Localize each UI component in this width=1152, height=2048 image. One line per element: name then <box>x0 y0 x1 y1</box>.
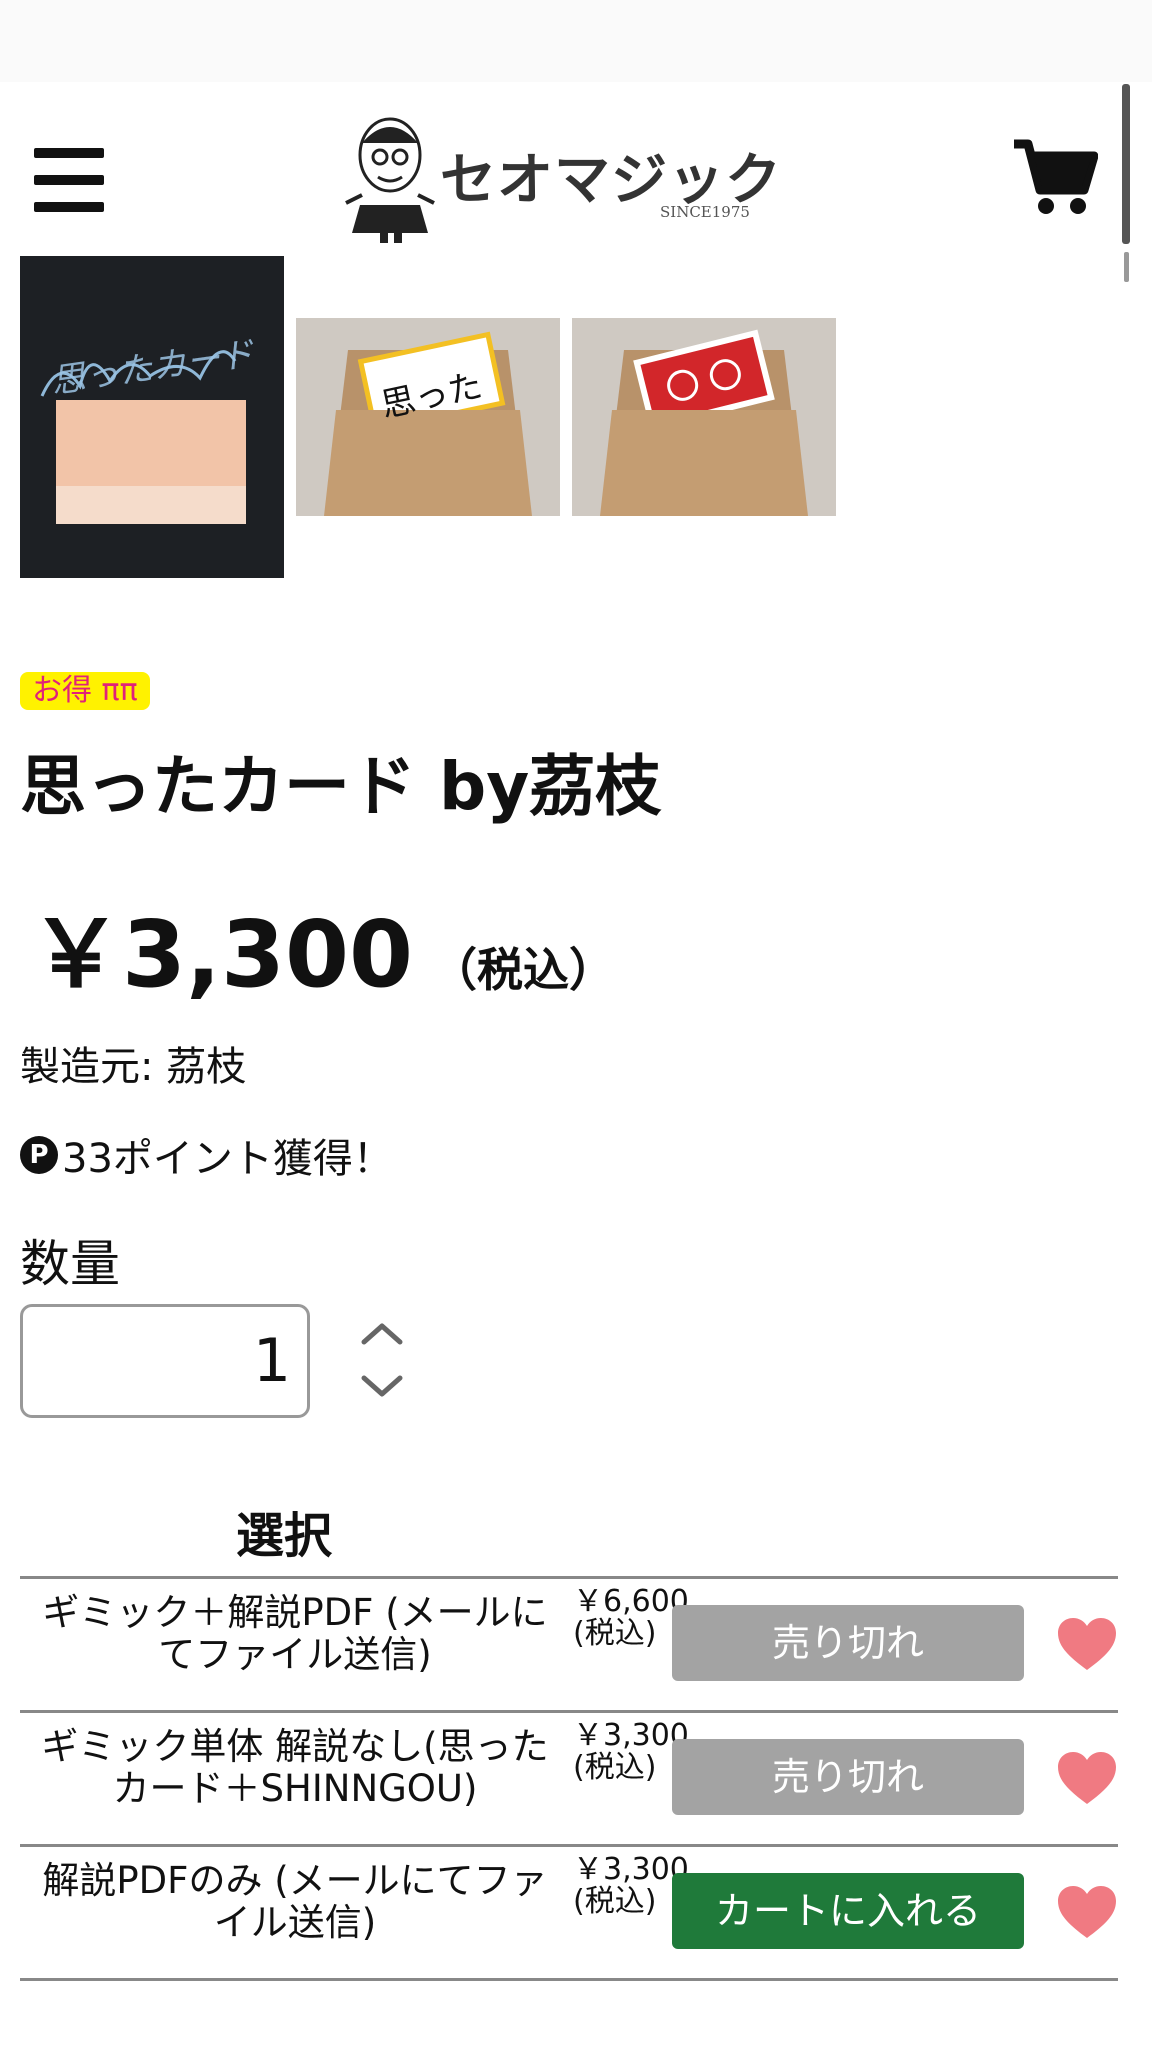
tax-label: （税込） <box>431 943 616 997</box>
points-icon: P <box>20 1136 58 1174</box>
add-to-cart-button[interactable]: カートに入れる <box>672 1873 1024 1949</box>
favorite-heart-icon[interactable] <box>1056 1884 1118 1940</box>
option-row: ギミック＋解説PDF (メールにてファイル送信) ￥6,600 (税込) 売り切… <box>20 1580 1118 1710</box>
status-bar-area <box>0 0 1152 82</box>
product-thumbnail-2[interactable]: 思った <box>296 318 560 516</box>
quantity-stepper[interactable] <box>354 1312 410 1408</box>
option-label: ギミック＋解説PDF (メールにてファイル送信) <box>42 1591 548 1676</box>
sold-out-button: 売り切れ <box>672 1739 1024 1815</box>
table-divider <box>20 1978 1118 1981</box>
option-row: ギミック単体 解説なし(思ったカード＋SHINNGOU) ￥3,300 (税込)… <box>20 1714 1118 1844</box>
sold-out-button: 売り切れ <box>672 1605 1024 1681</box>
logo-since-text: SINCE1975 <box>660 203 750 221</box>
product-thumbnail-3[interactable] <box>572 318 836 516</box>
options-header: 選択 <box>236 1508 333 1564</box>
hamburger-menu-icon[interactable] <box>34 148 104 212</box>
site-logo[interactable]: セオマジック SINCE1975 <box>340 105 781 245</box>
quantity-label: 数量 <box>20 1235 120 1293</box>
deal-badge: お得 ππ <box>20 672 150 710</box>
page-scrollbar[interactable] <box>1122 84 1130 284</box>
option-label: 解説PDFのみ (メールにてファイル送信) <box>42 1859 548 1944</box>
option-label: ギミック単体 解説なし(思ったカード＋SHINNGOU) <box>41 1725 549 1810</box>
table-divider <box>20 1844 1118 1847</box>
option-row: 解説PDFのみ (メールにてファイル送信) ￥3,300 (税込) カートに入れ… <box>20 1848 1118 1978</box>
price-row: ￥3,300 （税込） <box>30 880 615 1013</box>
chevron-up-icon <box>361 1323 403 1345</box>
table-divider <box>20 1576 1118 1579</box>
product-title: 思ったカード by茘枝 <box>20 748 662 825</box>
quantity-input[interactable] <box>20 1304 310 1418</box>
product-thumbnail-1[interactable]: 思ったカード <box>20 256 284 578</box>
product-price: ￥3,300 <box>30 901 414 1008</box>
manufacturer-text: 製造元: 茘枝 <box>20 1044 247 1090</box>
points-text: 33ポイント獲得！ <box>62 1136 393 1182</box>
favorite-heart-icon[interactable] <box>1056 1750 1118 1806</box>
points-info: P 33ポイント獲得！ <box>20 1126 393 1184</box>
chevron-down-icon <box>361 1375 403 1397</box>
shopping-cart-icon[interactable] <box>1012 138 1099 218</box>
favorite-heart-icon[interactable] <box>1056 1616 1118 1672</box>
table-divider <box>20 1710 1118 1713</box>
